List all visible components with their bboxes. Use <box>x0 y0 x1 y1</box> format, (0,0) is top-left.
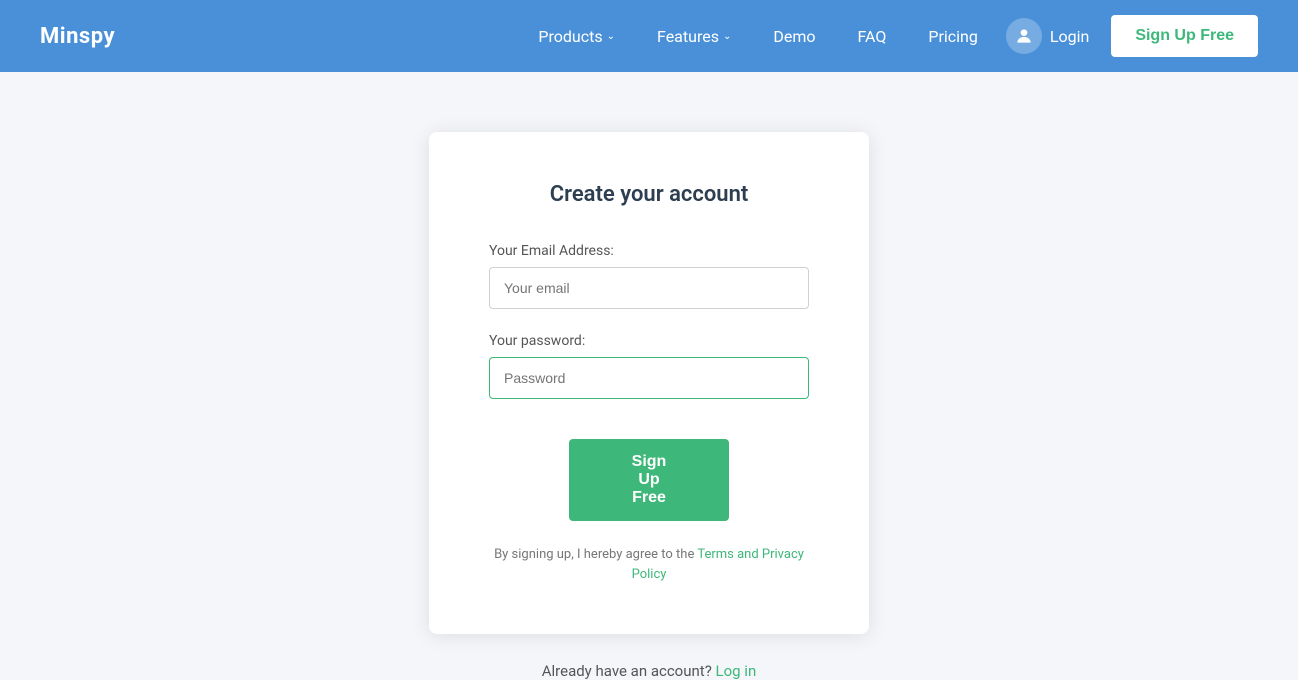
signup-nav-button[interactable]: Sign Up Free <box>1111 15 1258 57</box>
nav-link-features[interactable]: Features ⌄ <box>641 19 747 54</box>
login-link[interactable]: Log in <box>716 662 757 680</box>
nav-item-demo[interactable]: Demo <box>757 19 831 54</box>
nav-links: Products ⌄ Features ⌄ Demo FAQ Pricing <box>522 19 993 54</box>
nav-item-products[interactable]: Products ⌄ <box>522 19 631 54</box>
chevron-down-icon: ⌄ <box>723 31 731 42</box>
main-content: Create your account Your Email Address: … <box>0 72 1298 680</box>
nav-item-features[interactable]: Features ⌄ <box>641 19 747 54</box>
password-form-group: Your password: <box>489 333 809 399</box>
signup-form-card: Create your account Your Email Address: … <box>429 132 869 634</box>
nav-link-products[interactable]: Products ⌄ <box>522 19 631 54</box>
email-form-group: Your Email Address: <box>489 243 809 309</box>
nav-link-demo[interactable]: Demo <box>757 19 831 54</box>
login-nav-item[interactable]: Login <box>994 10 1101 62</box>
login-label: Login <box>1050 27 1089 46</box>
email-input[interactable] <box>489 267 809 309</box>
password-label: Your password: <box>489 333 809 349</box>
email-label: Your Email Address: <box>489 243 809 259</box>
nav-item-pricing[interactable]: Pricing <box>912 19 994 54</box>
nav-link-pricing[interactable]: Pricing <box>912 19 994 54</box>
nav-item-faq[interactable]: FAQ <box>841 19 902 54</box>
password-input[interactable] <box>489 357 809 399</box>
nav-link-faq[interactable]: FAQ <box>841 19 902 54</box>
form-title: Create your account <box>550 182 749 207</box>
navbar: Minspy Products ⌄ Features ⌄ Demo FAQ Pr… <box>0 0 1298 72</box>
brand-logo[interactable]: Minspy <box>40 24 115 49</box>
chevron-down-icon: ⌄ <box>607 31 615 42</box>
user-icon <box>1006 18 1042 54</box>
signup-main-button[interactable]: Sign Up Free <box>569 439 729 521</box>
terms-text: By signing up, I hereby agree to the Ter… <box>489 545 809 584</box>
already-account-prompt: Already have an account? Log in <box>542 662 757 680</box>
